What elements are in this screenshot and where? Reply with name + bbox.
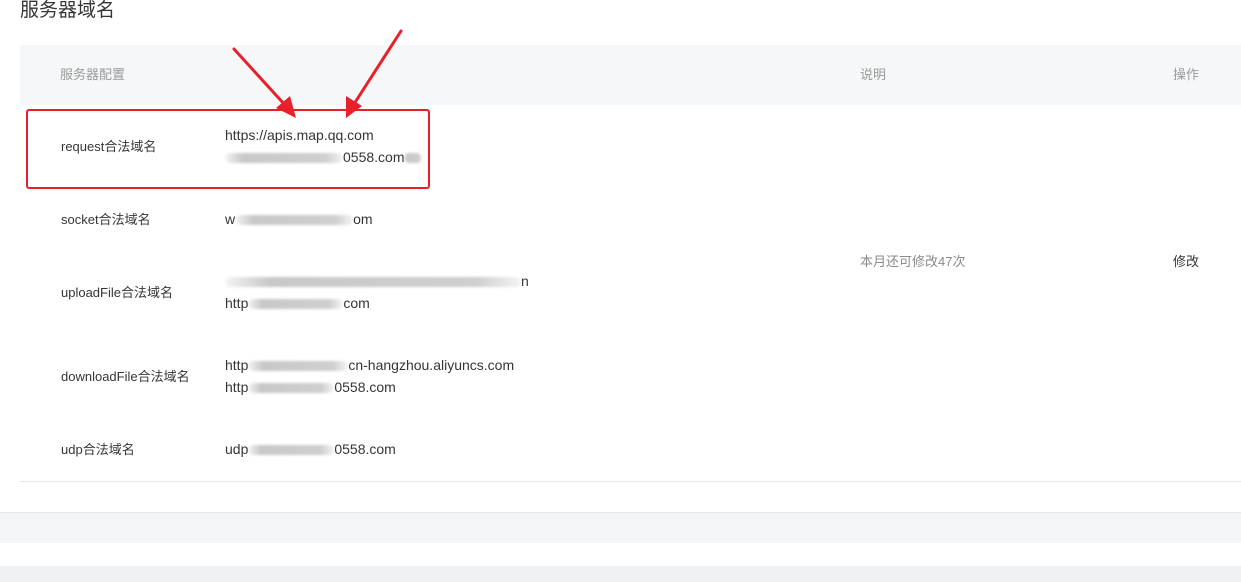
arrow-head	[346, 96, 362, 118]
annotation-arrow	[352, 29, 403, 106]
annotation-arrows	[232, 29, 403, 118]
annotation-arrow	[232, 47, 287, 107]
